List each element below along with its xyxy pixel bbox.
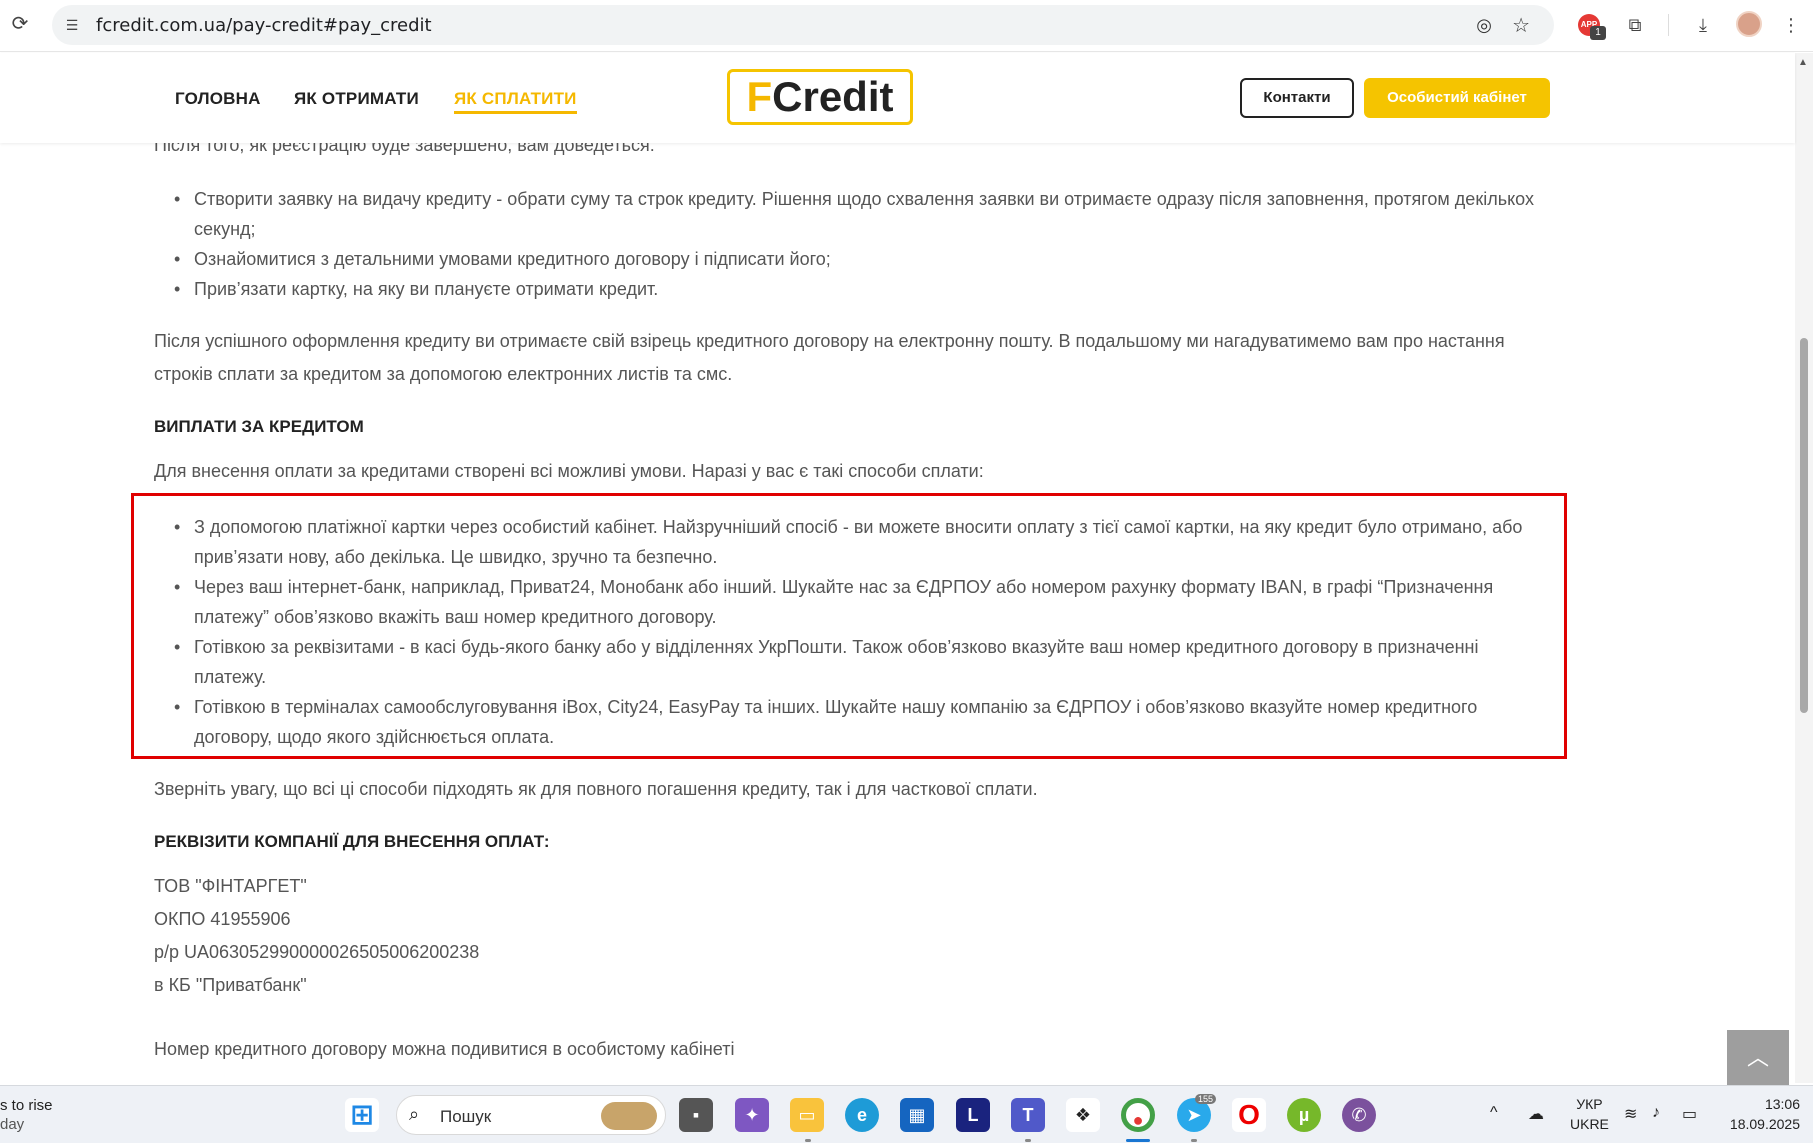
opera-icon[interactable]: O [1232,1098,1266,1132]
search-label: Пошук [440,1107,492,1126]
eye-off-icon[interactable]: ◎ [1476,15,1492,36]
personal-cabinet-button[interactable]: Особистий кабінет [1364,78,1550,118]
language-code: УКР [1576,1096,1603,1112]
nav-how-to-pay[interactable]: ЯК СПЛАТИТИ [454,89,577,114]
url-text[interactable]: fcredit.com.ua/pay-credit#pay_credit [96,15,432,36]
toolbar-divider [1668,14,1669,36]
menu-kebab-icon[interactable]: ⋮ [1778,12,1804,38]
windows-taskbar: s to rise day ⊞ ⌕ Пошук ▪ ✦ ▭ e ▦ L T ❖ … [0,1085,1813,1143]
volume-icon[interactable]: ♪ [1652,1104,1660,1122]
system-clock[interactable]: 13:06 18.09.2025 [1724,1094,1800,1134]
page-scrollbar[interactable]: ▲ [1795,53,1813,1083]
requisites-heading: РЕКВІЗИТИ КОМПАНІЇ ДЛЯ ВНЕСЕННЯ ОПЛАТ: [154,832,550,851]
logo-text: Credit [772,73,894,120]
site-header: ГОЛОВНА ЯК ОТРИМАТИ ЯК СПЛАТИТИ FCredit … [0,53,1795,143]
site-logo[interactable]: FCredit [727,69,913,125]
task-view-icon[interactable]: ▪ [679,1098,713,1132]
weather-subtext: day [0,1116,25,1133]
microsoft-store-icon[interactable]: ▦ [900,1098,934,1132]
list-item: Створити заявку на видачу кредиту - обра… [174,184,1534,244]
contract-number-note: Номер кредитного договору можна подивити… [154,1039,735,1059]
list-item: Ознайомитися з детальними умовами кредит… [174,244,1534,274]
reload-icon[interactable]: ⟳ [8,12,32,36]
utorrent-icon[interactable]: µ [1287,1098,1321,1132]
dropbox-icon[interactable]: ❖ [1066,1098,1100,1132]
taskbar-search[interactable]: ⌕ Пошук [396,1095,666,1135]
payments-intro: Для внесення оплати за кредитами створен… [154,461,984,481]
language-indicator[interactable]: УКР UKRE [1570,1094,1609,1134]
teams-running-indicator [1025,1139,1031,1142]
file-explorer-icon[interactable]: ▭ [790,1098,824,1132]
logo-f: F [746,73,773,120]
nav-how-to-get[interactable]: ЯК ОТРИМАТИ [294,89,419,109]
scroll-up-arrow-icon[interactable]: ▲ [1798,57,1808,68]
requisite-company: ТОВ "ФІНТАРГЕТ" [154,876,307,896]
extension-badge-count: 1 [1590,26,1606,40]
edge-browser-icon[interactable]: e [845,1098,879,1132]
wifi-icon[interactable]: ≋ [1624,1104,1637,1124]
payments-heading: ВИПЛАТИ ЗА КРЕДИТОМ [154,417,364,436]
clock-date: 18.09.2025 [1729,1116,1800,1132]
battery-icon[interactable]: ▭ [1682,1104,1697,1124]
highlight-box [131,493,1567,759]
bookmark-star-icon[interactable]: ☆ [1512,13,1530,38]
list-item: Прив’язати картку, на яку ви плануєте от… [174,274,1534,304]
telegram-badge: 155 [1195,1094,1217,1104]
clock-time: 13:06 [1764,1096,1800,1112]
search-highlight-image-icon [601,1102,657,1130]
registration-steps-list: Створити заявку на видачу кредиту - обра… [174,184,1534,304]
keyboard-layout: UKRE [1570,1116,1609,1132]
chevron-up-icon[interactable]: ^ [1490,1104,1498,1122]
search-icon: ⌕ [409,1104,420,1124]
l-app-icon[interactable]: L [956,1098,990,1132]
weather-widget[interactable]: s to rise day [0,1096,53,1134]
scroll-to-top-button[interactable]: ︿ [1727,1030,1789,1085]
teams-icon[interactable]: T [1011,1098,1045,1132]
payment-note: Зверніть увагу, що всі ці способи підход… [154,779,1038,799]
scroll-thumb[interactable] [1800,338,1808,713]
windows-start-icon[interactable]: ⊞ [345,1098,379,1132]
after-registration-paragraph: Після успішного оформлення кредиту ви от… [154,331,1505,384]
chrome-active-indicator [1126,1139,1150,1142]
telegram-running-indicator [1191,1139,1197,1142]
copilot-icon[interactable]: ✦ [735,1098,769,1132]
site-settings-icon[interactable]: ☰ [62,15,82,35]
explorer-running-indicator [805,1139,811,1142]
requisite-bank: в КБ "Приватбанк" [154,975,307,995]
requisite-account: р/р UA063052990000026505006200238 [154,942,480,962]
nav-home[interactable]: ГОЛОВНА [175,89,261,109]
chrome-icon[interactable]: ● [1121,1098,1155,1132]
requisite-okpo: ОКПО 41955906 [154,909,291,929]
download-icon[interactable]: ⤓ [1690,12,1716,38]
profile-avatar[interactable] [1736,11,1762,37]
viber-icon[interactable]: ✆ [1342,1098,1376,1132]
contacts-button[interactable]: Контакти [1240,78,1354,118]
puzzle-extensions-icon[interactable]: ⧉ [1622,12,1648,38]
chevron-up-icon: ︿ [1746,1045,1769,1070]
onedrive-cloud-icon[interactable]: ☁ [1528,1104,1544,1124]
weather-text: s to rise [0,1097,53,1114]
browser-toolbar: ⟳ ☰ fcredit.com.ua/pay-credit#pay_credit… [0,0,1813,52]
address-bar[interactable]: ☰ fcredit.com.ua/pay-credit#pay_credit ◎… [52,5,1554,45]
